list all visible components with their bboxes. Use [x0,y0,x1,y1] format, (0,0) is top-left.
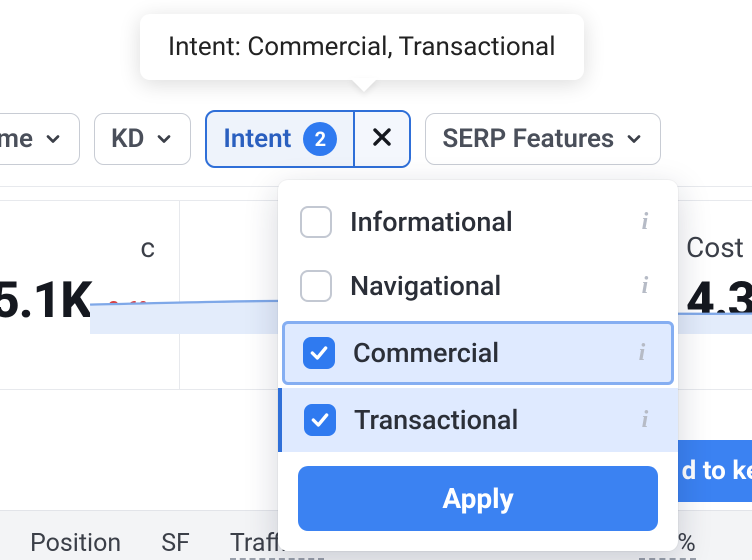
intent-count-badge: 2 [303,122,337,156]
intent-option-label: Transactional [354,404,616,436]
checkbox-unchecked[interactable] [300,270,332,302]
chevron-down-icon [154,129,174,149]
filter-volume-label: ume [0,124,33,154]
intent-dropdown: Informational i Navigational i Commercia… [278,180,678,551]
intent-tooltip: Intent: Commercial, Transactional [140,14,584,80]
close-icon [370,125,394,153]
intent-option-navigational[interactable]: Navigational i [278,254,678,318]
stat-traffic-value: 5.1K [0,272,91,330]
col-position[interactable]: Position [30,529,121,560]
filter-intent-label: Intent [223,124,291,154]
chevron-down-icon [624,129,644,149]
filter-serp-features[interactable]: SERP Features [425,113,661,165]
filter-volume[interactable]: ume [0,113,80,165]
info-icon[interactable]: i [631,340,653,367]
filter-serp-label: SERP Features [442,124,614,154]
tooltip-text: Intent: Commercial, Transactional [168,32,556,62]
apply-button[interactable]: Apply [298,466,658,531]
intent-option-label: Commercial [353,337,613,369]
intent-option-transactional[interactable]: Transactional i [278,388,678,452]
filter-intent[interactable]: Intent 2 [205,110,411,168]
info-icon[interactable]: i [634,407,656,434]
intent-option-label: Informational [350,206,616,238]
filter-kd[interactable]: KD [94,113,191,165]
send-to-keyword-button[interactable]: d to ke [668,440,752,502]
send-button-label: d to ke [682,456,752,486]
filter-bar: ume KD Intent 2 SERP Features [0,110,752,187]
stat-cost-label: Cost [686,231,752,264]
filter-intent-main[interactable]: Intent 2 [207,112,353,166]
checkbox-checked[interactable] [304,404,336,436]
col-sf[interactable]: SF [161,529,190,560]
filter-intent-clear[interactable] [353,112,409,166]
checkbox-unchecked[interactable] [300,206,332,238]
filter-kd-label: KD [111,124,144,154]
info-icon[interactable]: i [634,209,656,236]
info-icon[interactable]: i [634,273,656,300]
intent-option-informational[interactable]: Informational i [278,190,678,254]
chevron-down-icon [43,129,63,149]
intent-option-label: Navigational [350,270,616,302]
stat-traffic-label: c [0,231,155,264]
intent-option-commercial[interactable]: Commercial i [282,321,674,385]
checkbox-checked[interactable] [303,337,335,369]
apply-button-label: Apply [442,482,513,515]
